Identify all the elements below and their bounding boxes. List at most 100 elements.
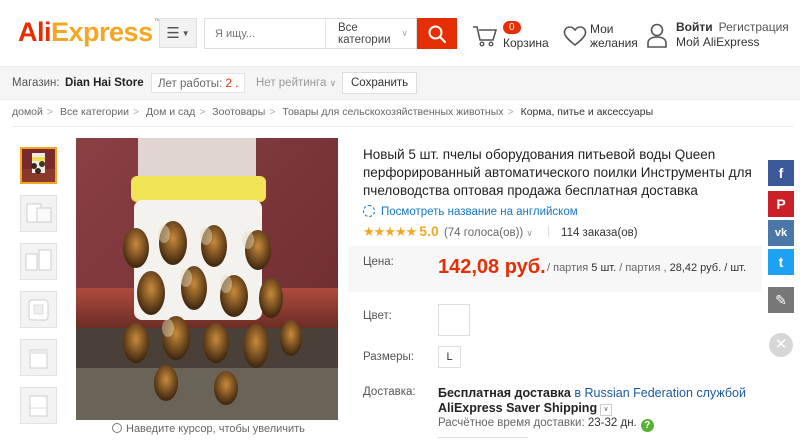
search-input[interactable] xyxy=(205,19,326,48)
breadcrumb: домой > Все категории > Дом и сад > Зоотова… xyxy=(12,106,653,118)
breadcrumb-item[interactable]: Зоотовары xyxy=(212,106,265,118)
login-link[interactable]: Войти xyxy=(676,20,713,34)
pinterest-share-button[interactable]: P xyxy=(768,191,794,217)
my-aliexpress-link[interactable]: Мой AliExpress xyxy=(676,35,760,49)
aliexpress-logo[interactable]: AliExpress™ xyxy=(18,17,162,48)
user-icon xyxy=(647,23,667,48)
translate-title-label: Посмотреть название на английском xyxy=(381,206,578,218)
feeder-parts-thumbnail xyxy=(21,340,56,375)
hamburger-icon: ☰ xyxy=(166,25,180,42)
breadcrumb-item[interactable]: домой xyxy=(12,106,43,118)
product-title: Новый 5 шт. пчелы оборудования питьевой … xyxy=(363,147,752,198)
search-category-select[interactable]: Все категории ∨ xyxy=(326,19,416,48)
color-option[interactable] xyxy=(438,304,470,336)
store-years-value: 2 . xyxy=(225,78,239,90)
thumbnail-image[interactable] xyxy=(20,339,57,376)
store-years-label: Лет работы: xyxy=(158,78,223,90)
vk-share-button[interactable]: vk xyxy=(768,220,794,246)
votes-count-link[interactable]: (74 голоса(ов)) xyxy=(444,227,523,239)
store-rating-label: Нет рейтинга xyxy=(256,77,327,89)
shipping-service-prefix: службой xyxy=(696,386,746,400)
chevron-down-icon[interactable]: ∨ xyxy=(600,404,613,416)
breadcrumb-item[interactable]: Дом и сад xyxy=(146,106,195,118)
category-menu-button[interactable]: ☰ ▼ xyxy=(159,18,197,48)
shipping-info: Бесплатная доставка в Russian Federation… xyxy=(438,386,768,416)
breadcrumb-separator: > xyxy=(46,106,54,118)
shipping-service: AliExpress Saver Shipping xyxy=(438,401,598,415)
chevron-down-icon[interactable]: ∨ xyxy=(526,228,533,238)
store-label: Магазин: xyxy=(12,77,60,89)
delivery-estimate-label: Расчётное время доставки: xyxy=(438,417,585,429)
breadcrumb-item[interactable]: Все категории xyxy=(60,106,129,118)
close-icon: ✕ xyxy=(774,336,788,353)
price-label: Цена: xyxy=(363,256,394,268)
twitter-icon: t xyxy=(778,254,784,270)
delivery-estimate-value: 23-32 дн. xyxy=(587,417,637,429)
pinterest-icon: P xyxy=(776,196,786,212)
translate-title-link[interactable]: Посмотреть название на английском xyxy=(363,205,578,218)
feeder-parts-thumbnail xyxy=(21,388,56,423)
rating-stars-icon: ★★★★★ xyxy=(363,224,417,239)
thumbnail-image[interactable] xyxy=(20,291,57,328)
shipping-label: Доставка: xyxy=(363,386,416,398)
cart-count-badge: 0 xyxy=(503,21,521,34)
wishlist-label-line1: Мои xyxy=(590,22,614,36)
heart-icon xyxy=(563,26,587,47)
shipping-in-text: в xyxy=(574,386,582,400)
twitter-share-button[interactable]: t xyxy=(768,249,794,275)
price-value: 142,08 руб. xyxy=(438,256,546,278)
logo-text-ali: Ali xyxy=(18,17,52,47)
logo-text-express: Express xyxy=(51,17,153,47)
breadcrumb-separator: > xyxy=(132,106,140,118)
wishlist-label-line2: желания xyxy=(590,36,638,50)
shipping-country[interactable]: Russian Federation xyxy=(585,386,693,400)
cart-label: Корзина xyxy=(503,36,549,50)
breadcrumb-separator: > xyxy=(199,106,206,118)
store-rating-dropdown[interactable]: Нет рейтинга ∨ xyxy=(256,77,336,89)
size-label: Размеры: xyxy=(363,351,414,363)
size-option[interactable]: L xyxy=(438,346,461,368)
thumbnail-image[interactable] xyxy=(20,195,57,232)
price-unit-prefix: / партия xyxy=(547,262,589,274)
magnifier-icon xyxy=(112,423,122,433)
save-store-button[interactable]: Сохранить xyxy=(342,72,418,94)
translate-icon xyxy=(363,205,375,217)
search-button[interactable] xyxy=(417,18,457,49)
zoom-hint: Наведите курсор, чтобы увеличить xyxy=(112,423,305,435)
thumbnail-image[interactable] xyxy=(20,147,57,184)
thumbnail-image[interactable] xyxy=(20,387,57,424)
search-box: Все категории ∨ xyxy=(204,18,417,49)
facebook-icon: f xyxy=(778,165,784,181)
price-unit-suffix: / партия , xyxy=(619,262,667,274)
caret-down-icon: ▼ xyxy=(181,28,190,38)
pencil-icon: ✎ xyxy=(775,292,787,308)
question-icon[interactable]: ? xyxy=(640,419,654,432)
header: AliExpress™ ☰▼ Все категории ∨ 0 Корзина… xyxy=(0,0,800,66)
close-social-button[interactable]: ✕ xyxy=(769,333,793,357)
thumbnail-image[interactable] xyxy=(20,243,57,280)
edit-button[interactable]: ✎ xyxy=(768,287,794,313)
breadcrumb-separator: > xyxy=(269,106,276,118)
divider xyxy=(12,126,794,127)
register-link[interactable]: Регистрация xyxy=(719,20,789,34)
thumbnail-list xyxy=(20,147,60,435)
feeder-parts-thumbnail xyxy=(21,292,56,327)
delivery-estimate: Расчётное время доставки: 23-32 дн.? xyxy=(438,417,654,432)
product-main-image[interactable] xyxy=(76,138,338,420)
zoom-hint-text: Наведите курсор, чтобы увеличить xyxy=(126,423,305,435)
chevron-down-icon: ∨ xyxy=(329,78,337,88)
search-category-label: Все категории xyxy=(338,21,391,46)
breadcrumb-item[interactable]: Товары для сельскохозяйственных животных xyxy=(282,106,503,118)
breadcrumb-separator: > xyxy=(507,106,514,118)
price-unit: / партия 5 шт. / партия , 28,42 руб. / ш… xyxy=(547,262,746,274)
store-bar: Магазин: Dian Hai Store Лет работы: 2 . … xyxy=(0,66,800,100)
breadcrumb-item-current[interactable]: Корма, питье и аксессуары xyxy=(521,106,654,118)
cart-link[interactable]: 0 Корзина xyxy=(472,21,552,52)
bee-feeder-photo xyxy=(76,138,338,420)
bee-feeder-thumbnail xyxy=(22,149,55,182)
vk-icon: vk xyxy=(774,227,788,239)
store-name-link[interactable]: Dian Hai Store xyxy=(65,77,144,89)
wishlist-label: Мои желания xyxy=(590,22,650,50)
price-box: Цена: 142,08 руб. / партия 5 шт. / парти… xyxy=(348,246,762,292)
facebook-share-button[interactable]: f xyxy=(768,160,794,186)
